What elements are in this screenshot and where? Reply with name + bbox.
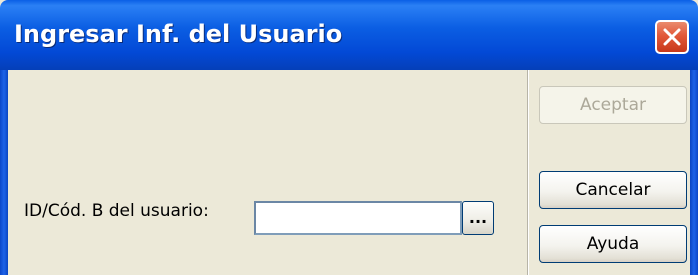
browse-button[interactable]: ... [462, 201, 494, 235]
close-icon [663, 28, 681, 46]
user-id-input[interactable] [254, 201, 462, 235]
window-frame-right [690, 70, 698, 275]
user-id-label: ID/Cód. B del usuario: [24, 201, 209, 221]
cancel-button[interactable]: Cancelar [539, 171, 687, 209]
vertical-divider [527, 70, 529, 275]
dialog-window: Ingresar Inf. del Usuario ID/Cód. B del … [0, 0, 698, 275]
dialog-body: ID/Cód. B del usuario: ... Aceptar Cance… [8, 70, 690, 275]
close-button[interactable] [655, 20, 689, 54]
help-button[interactable]: Ayuda [539, 225, 687, 263]
accept-button[interactable]: Aceptar [539, 86, 687, 124]
window-title: Ingresar Inf. del Usuario [14, 20, 343, 48]
title-bar[interactable]: Ingresar Inf. del Usuario [0, 0, 698, 70]
window-frame-left [0, 70, 8, 275]
